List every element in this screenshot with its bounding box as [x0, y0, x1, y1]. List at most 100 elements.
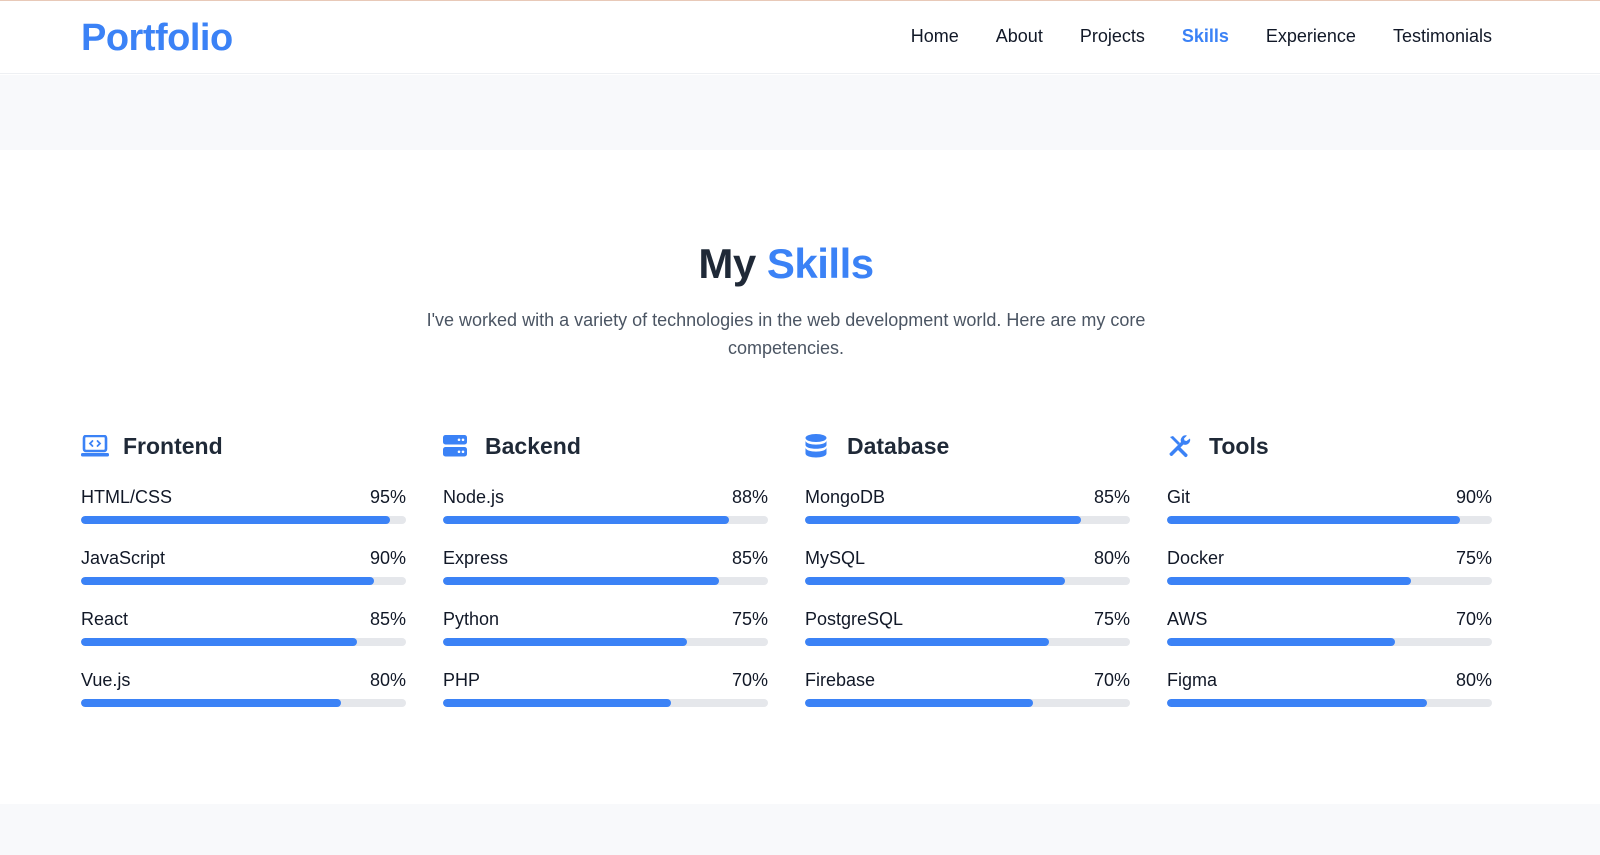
skill-progress-track: [1167, 638, 1492, 646]
next-section-band: [0, 804, 1600, 855]
skill-percent: 70%: [1455, 609, 1492, 629]
skill-progress-track: [1167, 516, 1492, 524]
section-title-accent: Skills: [766, 240, 874, 287]
skill-item: Git 90%: [1167, 485, 1492, 524]
skill-percent: 80%: [1455, 670, 1492, 690]
skill-name: Vue.js: [81, 670, 131, 690]
skill-name: React: [81, 609, 129, 629]
skill-name: HTML/CSS: [81, 487, 173, 507]
skill-percent: 95%: [369, 487, 406, 507]
skill-name: JavaScript: [81, 548, 166, 568]
skill-item: Node.js 88%: [443, 485, 768, 524]
skill-name: Express: [443, 548, 509, 568]
skill-progress-fill: [805, 577, 1065, 585]
skill-item: Python 75%: [443, 607, 768, 646]
nav-link-skills[interactable]: Skills: [1182, 26, 1229, 47]
skill-item: MySQL 80%: [805, 546, 1130, 585]
skill-item: HTML/CSS 95%: [81, 485, 406, 524]
nav-link-experience[interactable]: Experience: [1266, 26, 1356, 47]
nav-link-testimonials[interactable]: Testimonials: [1393, 26, 1492, 47]
skill-progress-track: [443, 638, 768, 646]
skill-item: Firebase 70%: [805, 668, 1130, 707]
skill-progress-fill: [1167, 638, 1395, 646]
category-title: Frontend: [123, 432, 223, 459]
skill-category-database: Database MongoDB 85% MySQL 80% PostgreSQL 7…: [805, 432, 1130, 729]
skill-item: JavaScript 90%: [81, 546, 406, 585]
database-icon: [805, 432, 835, 460]
skill-name: Python: [443, 609, 500, 629]
skill-category-tools: Tools Git 90% Docker 75% AWS 70% Figma 80%: [1167, 432, 1492, 729]
section-title-plain: My: [698, 240, 756, 287]
skill-progress-track: [81, 638, 406, 646]
skill-progress-track: [805, 577, 1130, 585]
skill-progress-track: [805, 699, 1130, 707]
skill-item: Docker 75%: [1167, 546, 1492, 585]
server-icon: [443, 432, 473, 460]
skills-grid: Frontend HTML/CSS 95% JavaScript 90% React…: [81, 432, 1492, 729]
skill-percent: 75%: [731, 609, 768, 629]
skill-progress-track: [1167, 699, 1492, 707]
skill-progress-fill: [443, 699, 671, 707]
skill-progress-track: [81, 699, 406, 707]
skill-progress-fill: [81, 638, 358, 646]
skill-percent: 80%: [369, 670, 406, 690]
skill-percent: 75%: [1455, 548, 1492, 568]
skill-percent: 75%: [1093, 609, 1130, 629]
nav-link-about[interactable]: About: [996, 26, 1043, 47]
skill-name: Firebase: [805, 670, 876, 690]
skill-name: Git: [1167, 487, 1191, 507]
skill-progress-fill: [81, 699, 341, 707]
skill-progress-fill: [805, 638, 1049, 646]
skill-progress-fill: [81, 516, 390, 524]
skill-progress-track: [81, 577, 406, 585]
skill-percent: 90%: [1455, 487, 1492, 507]
skill-progress-fill: [443, 638, 687, 646]
skill-category-backend: Backend Node.js 88% Express 85% Python 75% …: [443, 432, 768, 729]
category-header: Tools: [1167, 432, 1492, 460]
category-title: Database: [847, 432, 950, 459]
logo[interactable]: Portfolio: [81, 17, 233, 60]
skill-item: AWS 70%: [1167, 607, 1492, 646]
skill-progress-track: [1167, 577, 1492, 585]
skill-progress-fill: [1167, 699, 1427, 707]
skill-progress-fill: [443, 516, 729, 524]
main-nav: Home About Projects Skills Experience Te…: [911, 26, 1492, 47]
skill-item: React 85%: [81, 607, 406, 646]
skill-name: Figma: [1167, 670, 1218, 690]
skill-name: AWS: [1167, 609, 1208, 629]
category-header: Frontend: [81, 432, 406, 460]
skill-percent: 85%: [369, 609, 406, 629]
skill-progress-fill: [81, 577, 374, 585]
hero-band: [0, 75, 1600, 150]
skill-percent: 85%: [731, 548, 768, 568]
skill-item: PostgreSQL 75%: [805, 607, 1130, 646]
skill-name: MySQL: [805, 548, 866, 568]
category-header: Backend: [443, 432, 768, 460]
skill-name: MongoDB: [805, 487, 886, 507]
skill-progress-fill: [805, 516, 1082, 524]
skill-item: Vue.js 80%: [81, 668, 406, 707]
nav-link-projects[interactable]: Projects: [1080, 26, 1145, 47]
skill-percent: 70%: [731, 670, 768, 690]
skill-progress-track: [443, 516, 768, 524]
site-header: Portfolio Home About Projects Skills Exp…: [0, 1, 1600, 74]
skill-percent: 90%: [369, 548, 406, 568]
skill-percent: 80%: [1093, 548, 1130, 568]
skill-progress-track: [81, 516, 406, 524]
skill-percent: 70%: [1093, 670, 1130, 690]
skill-progress-fill: [805, 699, 1033, 707]
laptop-code-icon: [81, 432, 111, 460]
skill-percent: 88%: [731, 487, 768, 507]
section-subtitle: I've worked with a variety of technologi…: [426, 310, 1146, 358]
skill-progress-track: [443, 577, 768, 585]
nav-link-home[interactable]: Home: [911, 26, 959, 47]
skill-item: Figma 80%: [1167, 668, 1492, 707]
skill-progress-track: [805, 516, 1130, 524]
category-title: Backend: [485, 432, 581, 459]
skill-item: PHP 70%: [443, 668, 768, 707]
skill-progress-fill: [1167, 516, 1460, 524]
skill-progress-track: [443, 699, 768, 707]
tools-icon: [1167, 432, 1197, 460]
skill-name: PHP: [443, 670, 481, 690]
skill-item: MongoDB 85%: [805, 485, 1130, 524]
